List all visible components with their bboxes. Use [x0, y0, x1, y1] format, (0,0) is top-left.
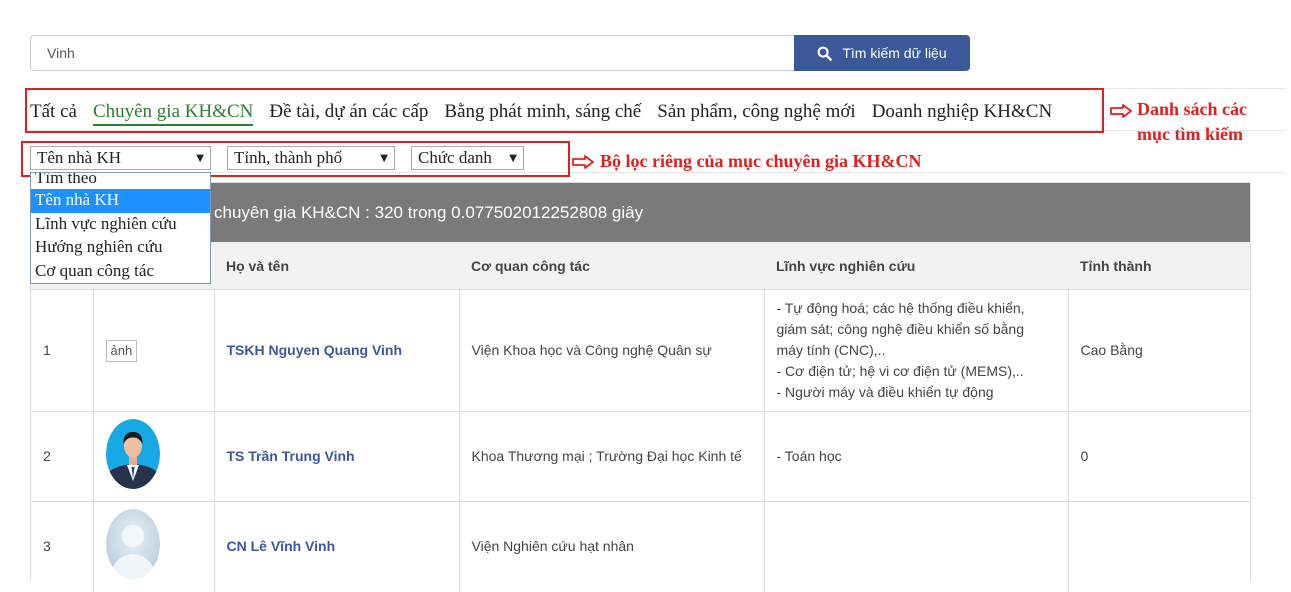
expert-photo	[105, 418, 160, 489]
column-header-field: Lĩnh vực nghiên cứu	[764, 242, 1068, 290]
row-agency: Khoa Thương mại ; Trường Đại học Kinh tế	[459, 411, 765, 502]
column-header-province: Tỉnh thành	[1068, 242, 1250, 290]
column-header-agency: Cơ quan công tác	[459, 242, 764, 290]
field-line: - Cơ điện tử; hệ vi cơ điện tử (MEMS),..	[776, 363, 1024, 379]
arrow-right-icon	[1110, 104, 1132, 118]
results-panel: chuyên gia KH&CN : 320 trong 0.077502012…	[30, 182, 1251, 592]
arrow-right-icon	[572, 155, 594, 169]
dropdown-option[interactable]: Lĩnh vực nghiên cứu	[31, 213, 210, 237]
search-input[interactable]	[30, 35, 794, 71]
table-row: 1 ảnh TSKH Nguyen Quang Vinh Viện Khoa h…	[31, 289, 1250, 412]
expert-name-link[interactable]: TSKH Nguyen Quang Vinh	[214, 289, 460, 412]
row-province: 0	[1068, 411, 1250, 502]
column-header-name: Họ và tên	[214, 242, 459, 290]
tabs-annotation-line1: Danh sách các	[1137, 99, 1248, 119]
field-line: máy tính (CNC),..	[776, 342, 886, 358]
row-index: 1	[31, 289, 94, 412]
row-province	[1068, 501, 1250, 592]
field-line: - Tự động hoá; các hệ thống điều khiển,	[776, 300, 1025, 316]
dropdown-option[interactable]: Cơ quan công tác	[31, 260, 210, 284]
dropdown-option-selected[interactable]: Tên nhà KH	[31, 189, 210, 213]
field-line: - Người máy và điều khiển tự động	[776, 384, 994, 400]
table-header-row: Họ và tên Cơ quan công tác Lĩnh vực nghi…	[31, 242, 1250, 290]
row-agency: Viện Khoa học và Công nghệ Quân sự	[459, 289, 765, 412]
row-photo	[93, 501, 215, 592]
row-index: 3	[31, 501, 94, 592]
default-avatar-icon	[105, 508, 160, 579]
row-field	[764, 501, 1069, 592]
broken-image-icon: ảnh	[105, 339, 138, 362]
field-line: - Toán học	[776, 448, 842, 464]
results-table: Họ và tên Cơ quan công tác Lĩnh vực nghi…	[31, 242, 1250, 592]
row-province: Cao Bằng	[1068, 289, 1250, 412]
search-icon	[817, 46, 833, 61]
search-button-label: Tìm kiếm dữ liệu	[842, 45, 947, 61]
table-row: 3 CN Lê Vĩnh Vinh Viện Nghiên cứu hạt nh…	[31, 501, 1250, 592]
row-photo	[93, 411, 215, 502]
filters-annotation: Bộ lọc riêng của mục chuyên gia KH&CN	[600, 151, 922, 171]
search-field-dropdown-list: Tìm theo Tên nhà KH Lĩnh vực nghiên cứu …	[30, 172, 211, 284]
row-agency: Viện Nghiên cứu hạt nhân	[459, 501, 765, 592]
table-row: 2 TS Trần Trung Vinh Khoa Thương mại ; T…	[31, 411, 1250, 502]
row-field: - Toán học	[764, 411, 1069, 502]
search-button[interactable]: Tìm kiếm dữ liệu	[794, 35, 970, 71]
expert-name-link[interactable]: CN Lê Vĩnh Vinh	[214, 501, 460, 592]
row-field: - Tự động hoá; các hệ thống điều khiển, …	[764, 289, 1069, 412]
dropdown-option[interactable]: Hướng nghiên cứu	[31, 236, 210, 260]
row-index: 2	[31, 411, 94, 502]
results-summary: chuyên gia KH&CN : 320 trong 0.077502012…	[31, 183, 1250, 242]
dropdown-option[interactable]: Tìm theo	[31, 173, 210, 189]
tabs-highlight-box	[25, 88, 1104, 133]
row-photo: ảnh	[93, 289, 215, 412]
expert-name-link[interactable]: TS Trần Trung Vinh	[214, 411, 460, 502]
field-line: giám sát; công nghệ điều khiển số bằng	[776, 321, 1025, 337]
tabs-annotation-line2: mục tìm kiếm	[1137, 124, 1243, 144]
